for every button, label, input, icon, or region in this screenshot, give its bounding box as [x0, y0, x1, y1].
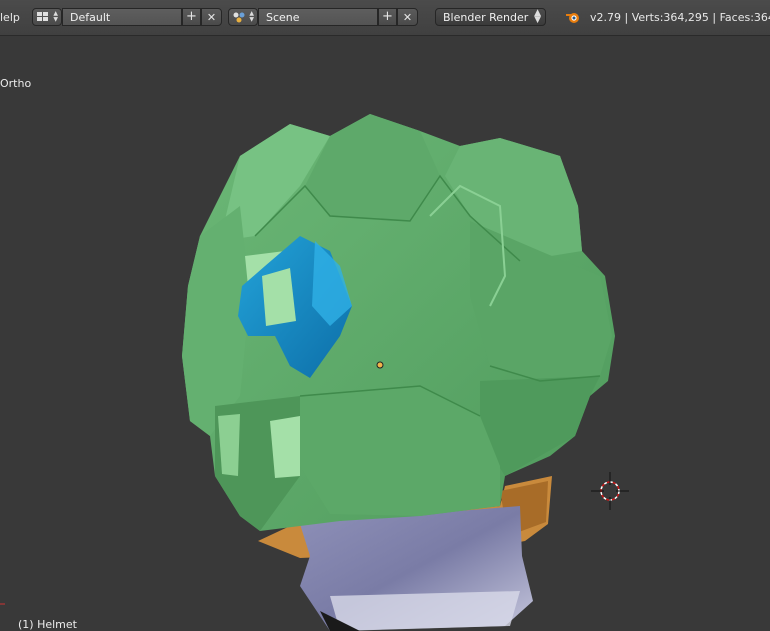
3d-cursor-icon[interactable] — [591, 472, 629, 510]
add-scene-button[interactable]: + — [378, 8, 397, 26]
object-label: (1) Helmet — [18, 618, 77, 631]
delete-scene-button[interactable]: ✕ — [397, 8, 418, 26]
scene-name-field[interactable]: Scene — [258, 8, 378, 26]
close-icon: ✕ — [206, 11, 217, 24]
info-header: lelp ▲ ▼ Default + ✕ ▲ ▼ Scene + ✕ Blender… — [0, 0, 770, 36]
help-menu[interactable]: lelp — [0, 11, 20, 24]
screen-layout-selector[interactable]: ▲ ▼ — [32, 8, 62, 26]
chevron-updown-icon: ▲ ▼ — [53, 10, 58, 23]
chevron-updown-icon: ▲ ▼ — [534, 8, 541, 25]
view-label: Ortho — [0, 77, 32, 90]
close-icon: ✕ — [402, 11, 413, 24]
blender-logo-icon — [566, 13, 579, 23]
plus-icon: + — [382, 9, 393, 24]
object-origin-icon — [376, 361, 384, 369]
scene-icon — [233, 12, 245, 23]
delete-layout-button[interactable]: ✕ — [201, 8, 222, 26]
plus-icon: + — [186, 9, 197, 24]
layout-name-field[interactable]: Default — [62, 8, 182, 26]
helmet-model — [0, 114, 629, 631]
scene-selector[interactable]: ▲ ▼ — [228, 8, 258, 26]
render-engine-dropdown[interactable]: Blender Render ▲ ▼ — [435, 8, 546, 26]
screen-layout-icon — [37, 12, 49, 22]
add-layout-button[interactable]: + — [182, 8, 201, 26]
3d-viewport[interactable]: Ortho (1) Helmet — [0, 36, 770, 631]
scene-statistics: v2.79 | Verts:364,295 | Faces:364, — [590, 11, 770, 24]
chevron-updown-icon: ▲ ▼ — [249, 10, 254, 23]
